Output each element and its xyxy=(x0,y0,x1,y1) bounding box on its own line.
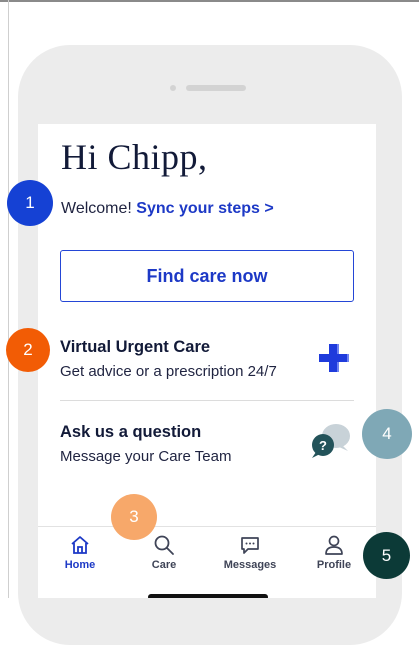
phone-camera xyxy=(170,85,176,91)
card-title: Virtual Urgent Care xyxy=(60,338,211,356)
phone-speaker xyxy=(186,85,246,91)
find-care-button[interactable]: Find care now xyxy=(60,250,354,302)
home-indicator xyxy=(148,594,268,598)
app-screen: Hi Chipp, Welcome! Sync your steps > Fin… xyxy=(38,124,376,598)
annotation-marker-3: 3 xyxy=(111,494,157,540)
chat-question-icon: ? xyxy=(312,424,350,458)
card-subtitle: Get advice or a prescription 24/7 xyxy=(60,363,277,380)
tab-home[interactable]: Home xyxy=(38,527,122,571)
bottom-tab-bar: Home Care Messages Profile xyxy=(38,526,376,598)
tab-messages-label: Messages xyxy=(223,559,277,571)
welcome-row: Welcome! Sync your steps > xyxy=(61,200,274,218)
virtual-urgent-care-card[interactable]: Virtual Urgent Care Get advice or a pres… xyxy=(60,338,354,380)
tab-care-label: Care xyxy=(151,559,177,571)
tab-home-label: Home xyxy=(64,559,96,571)
sync-steps-label: Sync your steps xyxy=(136,200,260,217)
annotation-marker-5: 5 xyxy=(363,532,410,579)
annotation-marker-4: 4 xyxy=(362,409,412,459)
annotation-marker-1: 1 xyxy=(7,180,53,226)
chevron-right-icon: > xyxy=(264,200,274,217)
welcome-text: Welcome! xyxy=(61,200,137,217)
medical-cross-icon xyxy=(319,344,349,372)
profile-icon xyxy=(325,535,343,555)
card-divider xyxy=(60,400,354,401)
message-icon xyxy=(241,537,259,554)
left-border xyxy=(8,0,9,598)
sync-steps-link[interactable]: Sync your steps > xyxy=(136,200,273,217)
annotation-marker-2: 2 xyxy=(6,328,50,372)
greeting-title: Hi Chipp, xyxy=(61,137,208,177)
search-icon xyxy=(154,535,174,555)
tab-messages[interactable]: Messages xyxy=(208,527,292,571)
svg-text:?: ? xyxy=(319,438,327,453)
top-border xyxy=(0,0,419,2)
home-icon xyxy=(71,536,89,554)
